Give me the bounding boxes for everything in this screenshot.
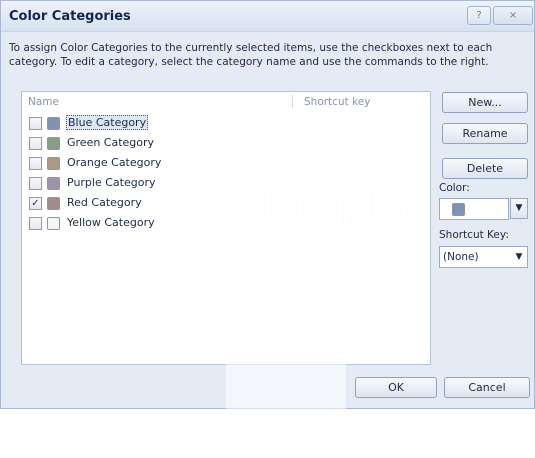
- category-checkbox[interactable]: [29, 157, 42, 170]
- color-label: Color:: [439, 182, 470, 194]
- category-checkbox[interactable]: [29, 137, 42, 150]
- instructions-text: To assign Color Categories to the curren…: [9, 42, 493, 68]
- shortcut-key-select[interactable]: (None) ▼: [439, 246, 528, 268]
- color-picker[interactable]: [439, 198, 509, 220]
- category-name[interactable]: Red Category: [66, 196, 143, 209]
- category-name[interactable]: Blue Category: [66, 115, 149, 130]
- list-item[interactable]: Blue Category: [26, 114, 326, 132]
- color-picker-swatch: [452, 203, 465, 216]
- ok-button[interactable]: OK: [355, 377, 437, 398]
- chevron-down-icon[interactable]: ▼: [511, 247, 527, 267]
- list-item[interactable]: ✓ Red Category: [26, 194, 326, 212]
- category-color-swatch: [47, 197, 60, 210]
- chevron-down-icon[interactable]: ▼: [510, 198, 528, 219]
- category-color-swatch: [47, 177, 60, 190]
- category-color-swatch: [47, 157, 60, 170]
- list-item[interactable]: Yellow Category: [26, 214, 326, 232]
- help-button[interactable]: ?: [467, 6, 491, 25]
- list-header: Name Shortcut key: [22, 92, 430, 110]
- new-button[interactable]: New...: [442, 92, 528, 113]
- column-divider: [292, 95, 293, 108]
- category-color-swatch: [47, 217, 60, 230]
- title-bar: Color Categories ? ×: [1, 1, 534, 32]
- shortcut-key-label: Shortcut Key:: [439, 229, 509, 241]
- category-checkbox[interactable]: [29, 177, 42, 190]
- list-item[interactable]: Purple Category: [26, 174, 326, 192]
- category-checkbox[interactable]: [29, 217, 42, 230]
- delete-button[interactable]: Delete: [442, 158, 528, 179]
- list-item[interactable]: Orange Category: [26, 154, 326, 172]
- close-button[interactable]: ×: [493, 6, 533, 25]
- shortcut-key-value: (None): [443, 251, 479, 263]
- watermark-band: [226, 330, 346, 458]
- category-checkbox[interactable]: ✓: [29, 197, 42, 210]
- column-header-name[interactable]: Name: [28, 96, 59, 108]
- rename-button[interactable]: Rename: [442, 123, 528, 144]
- color-categories-dialog: Color Categories ? × To assign Color Cat…: [0, 0, 535, 458]
- category-list[interactable]: Name Shortcut key Blue Category Green Ca…: [21, 91, 431, 458]
- category-name[interactable]: Purple Category: [66, 176, 156, 189]
- category-name[interactable]: Yellow Category: [66, 216, 156, 229]
- category-color-swatch: [47, 137, 60, 150]
- category-name[interactable]: Orange Category: [66, 156, 162, 169]
- cancel-button[interactable]: Cancel: [444, 377, 530, 398]
- category-name[interactable]: Green Category: [66, 136, 155, 149]
- category-color-swatch: [47, 117, 60, 130]
- category-checkbox[interactable]: [29, 117, 42, 130]
- column-header-shortcut[interactable]: Shortcut key: [304, 96, 370, 108]
- list-item[interactable]: Green Category: [26, 134, 326, 152]
- dialog-title: Color Categories: [9, 9, 131, 24]
